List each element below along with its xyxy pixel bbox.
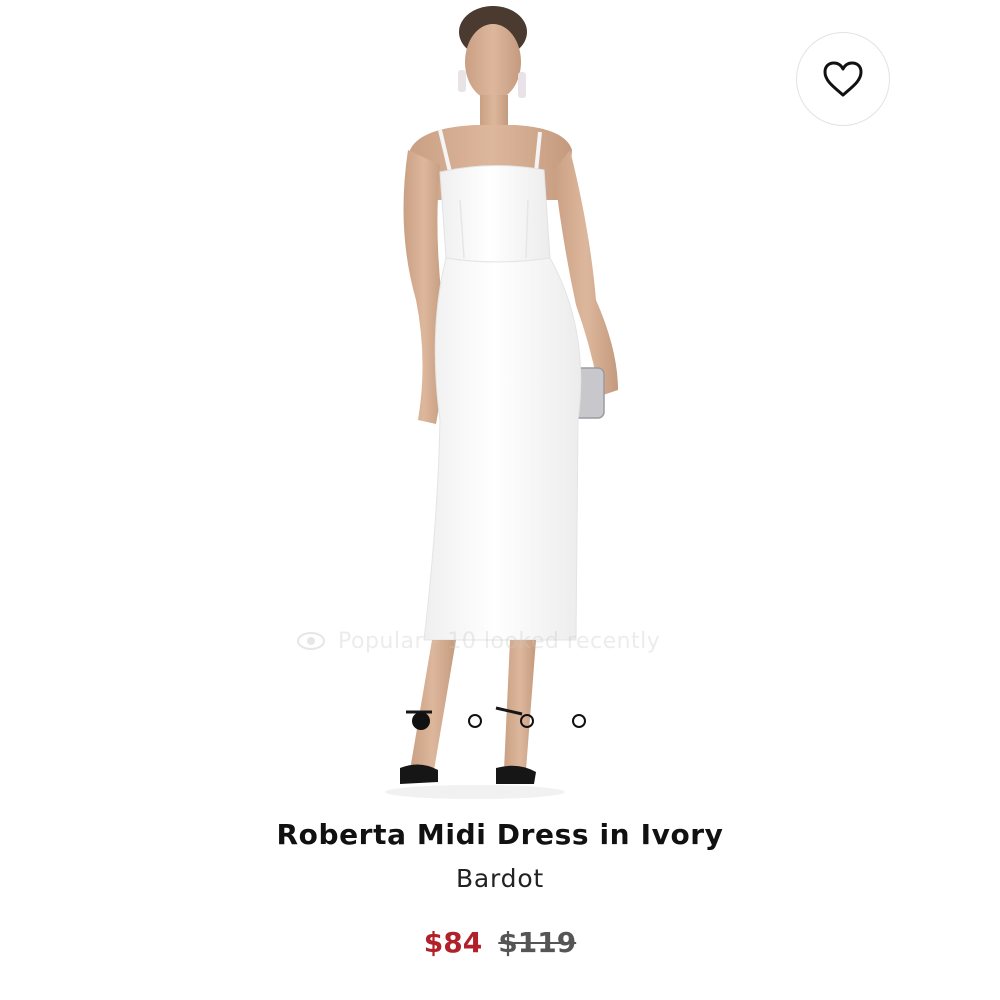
popularity-note: Popular - 10 looked recently (296, 626, 716, 656)
product-title[interactable]: Roberta Midi Dress in Ivory (0, 818, 1000, 851)
carousel-dot-1[interactable] (412, 712, 430, 730)
heart-icon (823, 61, 863, 97)
sale-price: $84 (423, 926, 483, 959)
carousel-dot-4[interactable] (572, 714, 586, 728)
carousel-dot-2[interactable] (468, 714, 482, 728)
product-image[interactable] (300, 0, 700, 800)
popularity-text: Popular - 10 looked recently (338, 628, 661, 654)
wishlist-button[interactable] (796, 32, 890, 126)
product-brand[interactable]: Bardot (0, 864, 1000, 893)
price-row: $84 $119 (0, 926, 1000, 959)
original-price: $119 (498, 926, 577, 959)
model-illustration (385, 6, 618, 799)
eye-icon (297, 632, 325, 650)
carousel-dot-3[interactable] (520, 714, 534, 728)
product-page: Popular - 10 looked recently Roberta Mid… (0, 0, 1000, 1000)
carousel-indicators (412, 711, 624, 731)
